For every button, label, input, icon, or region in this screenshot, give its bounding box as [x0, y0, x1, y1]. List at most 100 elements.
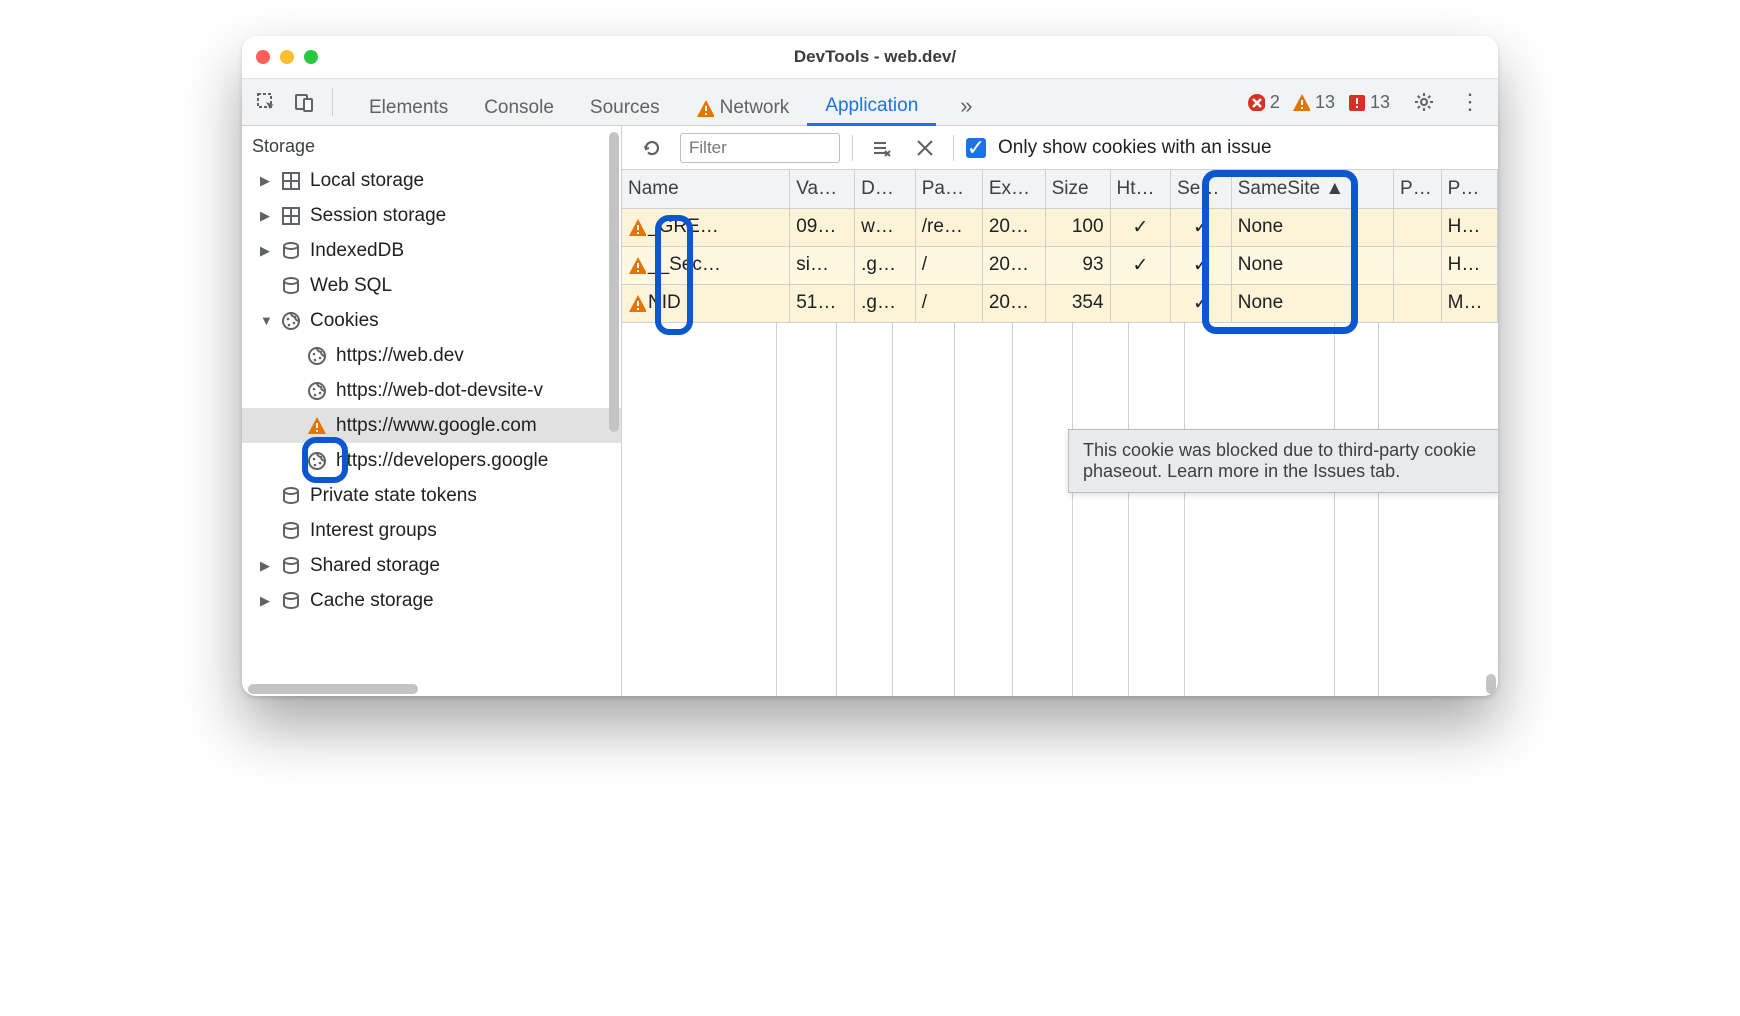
sidebar-item-label: Shared storage — [310, 555, 440, 577]
cell: ✓ — [1171, 284, 1232, 322]
cookie-icon — [306, 345, 328, 367]
warning-count[interactable]: 13 — [1288, 92, 1339, 113]
delete-selected-button[interactable] — [909, 132, 941, 164]
more-tabs-button[interactable]: » — [942, 78, 990, 126]
column-header[interactable]: Ex… — [982, 170, 1045, 208]
close-icon — [915, 138, 935, 158]
sidebar-scrollbar-h[interactable] — [248, 684, 418, 694]
table-header-row: NameVa…D…Pa…Ex…SizeHt…Se…SameSite ▲P…P… — [622, 170, 1498, 208]
sidebar-item-label: Cache storage — [310, 590, 434, 612]
only-issues-label: Only show cookies with an issue — [998, 137, 1272, 159]
panel-scrollbar[interactable] — [1486, 674, 1496, 694]
error-count[interactable]: 2 — [1243, 92, 1284, 113]
divider — [332, 88, 333, 116]
sidebar-item-label: Private state tokens — [310, 485, 477, 507]
divider — [953, 135, 954, 161]
only-issues-checkbox[interactable]: ✓ — [966, 138, 986, 158]
sidebar-item-label: https://www.google.com — [336, 415, 537, 437]
sidebar-item[interactable]: ▶https://web.dev — [242, 338, 621, 373]
tab-elements[interactable]: Elements — [351, 78, 466, 126]
cell — [1110, 284, 1171, 322]
column-header[interactable]: Size — [1045, 170, 1110, 208]
cookie-icon — [280, 310, 302, 332]
sidebar-item[interactable]: ▶https://developers.google — [242, 443, 621, 478]
column-header[interactable]: SameSite ▲ — [1231, 170, 1393, 208]
sidebar-item[interactable]: ▶Cache storage — [242, 583, 621, 618]
cell: None — [1231, 208, 1393, 246]
sidebar-item-label: Web SQL — [310, 275, 392, 297]
table-row[interactable]: _GRE…09…w…/re…20…100✓✓NoneH… — [622, 208, 1498, 246]
db-icon — [280, 520, 302, 542]
db-icon — [280, 240, 302, 262]
clear-all-button[interactable] — [865, 132, 897, 164]
sidebar-item-label: https://web.dev — [336, 345, 464, 367]
sidebar-item[interactable]: ▶Interest groups — [242, 513, 621, 548]
refresh-icon — [642, 138, 662, 158]
sidebar-item-label: Interest groups — [310, 520, 437, 542]
column-header[interactable]: Pa… — [915, 170, 982, 208]
sidebar-item[interactable]: ▶Shared storage — [242, 548, 621, 583]
sidebar-item[interactable]: ▶https://web-dot-devsite-v — [242, 373, 621, 408]
clear-all-icon — [871, 138, 891, 158]
column-header[interactable]: Se… — [1171, 170, 1232, 208]
cell: H… — [1441, 208, 1497, 246]
tab-sources[interactable]: Sources — [572, 78, 678, 126]
warning-icon — [696, 99, 714, 117]
filter-input[interactable]: Filter — [680, 133, 840, 163]
cell: __Sec… — [622, 246, 790, 284]
warning-icon — [628, 218, 646, 236]
issues-count[interactable]: 13 — [1343, 92, 1394, 113]
sidebar-section-title: Storage — [242, 126, 621, 163]
inspect-element-icon[interactable] — [250, 86, 282, 118]
cookie-icon — [306, 380, 328, 402]
column-header[interactable]: Ht… — [1110, 170, 1171, 208]
sidebar: Storage ▶Local storage▶Session storage▶I… — [242, 126, 622, 696]
sidebar-item[interactable]: ▶Local storage — [242, 163, 621, 198]
column-header[interactable]: D… — [855, 170, 916, 208]
sidebar-item[interactable]: ▶https://www.google.com — [242, 408, 621, 443]
sidebar-item[interactable]: ▶Session storage — [242, 198, 621, 233]
tab-network[interactable]: Network — [678, 78, 808, 126]
column-header[interactable]: Name — [622, 170, 790, 208]
issues-icon — [1347, 93, 1365, 111]
warning-icon — [1292, 93, 1310, 111]
sidebar-item-label: Local storage — [310, 170, 424, 192]
storage-tree: ▶Local storage▶Session storage▶IndexedDB… — [242, 163, 621, 618]
cell: 20… — [982, 208, 1045, 246]
tab-console[interactable]: Console — [466, 78, 572, 126]
grid-icon — [280, 205, 302, 227]
cell — [1394, 284, 1442, 322]
cell: / — [915, 284, 982, 322]
cell: ✓ — [1171, 246, 1232, 284]
sidebar-item[interactable]: ▼Cookies — [242, 303, 621, 338]
sidebar-item-label: https://web-dot-devsite-v — [336, 380, 543, 402]
tab-application[interactable]: Application — [807, 78, 936, 126]
sidebar-item[interactable]: ▶Web SQL — [242, 268, 621, 303]
cell — [1394, 208, 1442, 246]
more-menu-button[interactable]: ⋮ — [1454, 86, 1486, 118]
sidebar-item-label: https://developers.google — [336, 450, 548, 472]
settings-button[interactable] — [1408, 86, 1440, 118]
cookie-icon — [306, 450, 328, 472]
device-toolbar-icon[interactable] — [288, 86, 320, 118]
cell: M… — [1441, 284, 1497, 322]
titlebar: DevTools - web.dev/ — [242, 36, 1498, 78]
cookie-blocked-tooltip: This cookie was blocked due to third-par… — [1068, 429, 1498, 493]
table-row[interactable]: NID51….g…/20…354✓NoneM… — [622, 284, 1498, 322]
cookies-toolbar: Filter ✓ Only show cookies with an issue — [622, 126, 1498, 170]
sidebar-item[interactable]: ▶IndexedDB — [242, 233, 621, 268]
refresh-button[interactable] — [636, 132, 668, 164]
cell: /re… — [915, 208, 982, 246]
window-title: DevTools - web.dev/ — [266, 47, 1484, 67]
column-header[interactable]: P… — [1441, 170, 1497, 208]
main-split: Storage ▶Local storage▶Session storage▶I… — [242, 126, 1498, 696]
table-row[interactable]: __Sec…si….g…/20…93✓✓NoneH… — [622, 246, 1498, 284]
db-icon — [280, 275, 302, 297]
column-header[interactable]: Va… — [790, 170, 855, 208]
column-header[interactable]: P… — [1394, 170, 1442, 208]
cookies-panel: Filter ✓ Only show cookies with an issue… — [622, 126, 1498, 696]
cell: 100 — [1045, 208, 1110, 246]
sidebar-scrollbar-v[interactable] — [609, 132, 619, 432]
sidebar-item[interactable]: ▶Private state tokens — [242, 478, 621, 513]
db-icon — [280, 555, 302, 577]
